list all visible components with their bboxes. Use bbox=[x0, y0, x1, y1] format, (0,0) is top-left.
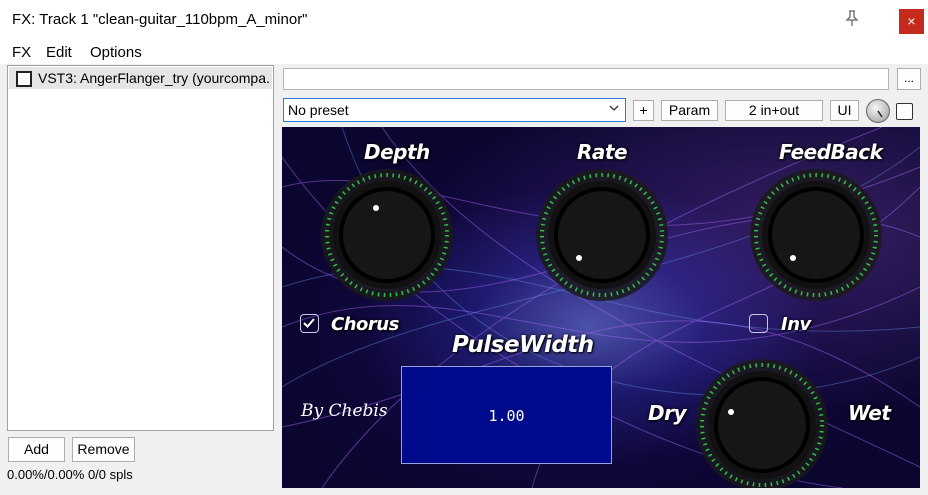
menu-edit[interactable]: Edit bbox=[46, 44, 72, 61]
add-button[interactable]: Add bbox=[8, 437, 65, 462]
pin-icon[interactable] bbox=[843, 9, 861, 27]
ui-button[interactable]: UI bbox=[830, 100, 859, 121]
knob-indicator-icon bbox=[877, 110, 883, 118]
feedback-knob[interactable] bbox=[748, 167, 884, 303]
preset-value: No preset bbox=[288, 102, 349, 118]
cpu-status: 0.00%/0.00% 0/0 spls bbox=[7, 467, 133, 482]
pulsewidth-field[interactable]: 1.00 bbox=[401, 366, 612, 464]
preset-dropdown[interactable]: No preset bbox=[283, 98, 626, 122]
chorus-checkbox[interactable] bbox=[300, 314, 319, 333]
pulsewidth-value: 1.00 bbox=[488, 407, 525, 425]
chevron-down-icon bbox=[609, 105, 619, 111]
pulsewidth-label: PulseWidth bbox=[452, 332, 594, 358]
inv-label: Inv bbox=[781, 314, 811, 335]
drywet-knob[interactable] bbox=[694, 357, 830, 488]
wet-mix-knob[interactable] bbox=[866, 99, 890, 123]
fx-chain-list[interactable]: VST3: AngerFlanger_try (yourcompa... bbox=[7, 65, 274, 431]
menu-fx[interactable]: FX bbox=[12, 44, 31, 61]
window-title: FX: Track 1 "clean-guitar_110bpm_A_minor… bbox=[12, 11, 308, 28]
io-routing-button[interactable]: 2 in+out bbox=[725, 100, 823, 121]
menu-options[interactable]: Options bbox=[90, 44, 142, 61]
close-button[interactable]: × bbox=[899, 9, 924, 34]
plugin-panel: Depth Rate FeedBack Chorus Inv PulseWidt… bbox=[282, 127, 920, 488]
inv-checkbox[interactable] bbox=[749, 314, 768, 333]
rate-label: Rate bbox=[577, 140, 628, 164]
fx-info-field[interactable] bbox=[283, 68, 889, 90]
rate-knob[interactable] bbox=[534, 167, 670, 303]
bypass-checkbox[interactable] bbox=[896, 103, 913, 120]
remove-button[interactable]: Remove bbox=[72, 437, 135, 462]
plugin-signature: By Chebis bbox=[301, 401, 388, 421]
add-preset-button[interactable]: + bbox=[633, 100, 654, 121]
dry-label: Dry bbox=[648, 401, 687, 425]
depth-label: Depth bbox=[364, 140, 430, 164]
fx-list-item[interactable]: VST3: AngerFlanger_try (yourcompa... bbox=[9, 67, 272, 89]
feedback-label: FeedBack bbox=[779, 140, 883, 164]
more-button[interactable]: ... bbox=[897, 68, 921, 90]
menu-bar: FX Edit Options bbox=[0, 40, 928, 64]
checkmark-icon bbox=[303, 318, 315, 328]
fx-item-label: VST3: AngerFlanger_try (yourcompa... bbox=[38, 70, 270, 86]
fx-enable-checkbox[interactable] bbox=[16, 71, 32, 87]
wet-label: Wet bbox=[848, 401, 891, 425]
param-button[interactable]: Param bbox=[661, 100, 718, 121]
depth-knob[interactable] bbox=[319, 167, 455, 303]
chorus-label: Chorus bbox=[331, 314, 399, 335]
title-bar: FX: Track 1 "clean-guitar_110bpm_A_minor… bbox=[0, 0, 928, 40]
